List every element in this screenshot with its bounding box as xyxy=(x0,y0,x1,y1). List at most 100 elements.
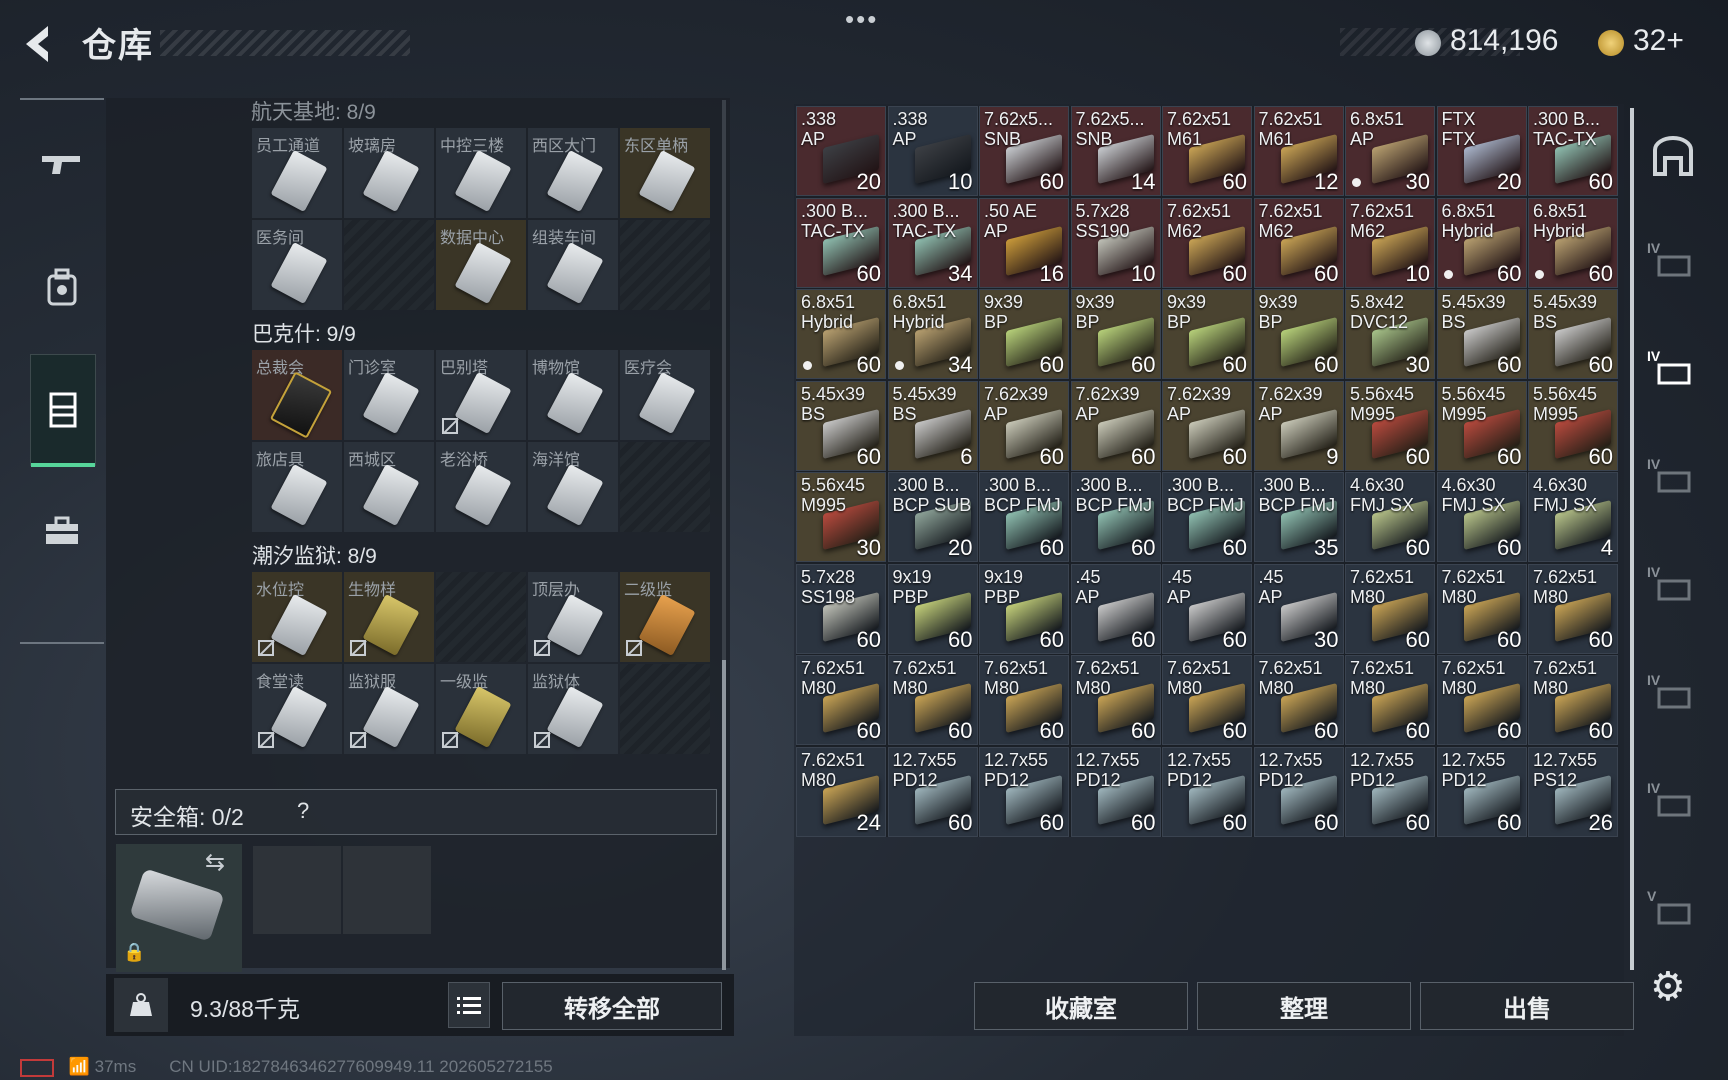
keycard-slot[interactable]: 坡璃房 xyxy=(344,128,434,218)
ammo-item[interactable]: 12.7x55 PD12 60 xyxy=(887,746,978,837)
keycard-slot[interactable] xyxy=(344,220,434,310)
safe-box-empty-slot[interactable] xyxy=(343,846,431,934)
keycard-slot[interactable] xyxy=(620,664,710,754)
inventory-scrollbar[interactable] xyxy=(1630,108,1634,970)
keycard-slot[interactable]: 水位控 xyxy=(252,572,342,662)
ammo-item[interactable]: 7.62x39 AP 60 xyxy=(979,380,1069,471)
list-view-button[interactable] xyxy=(448,982,490,1028)
sell-button[interactable]: 出售 xyxy=(1420,982,1634,1030)
ammo-item[interactable]: 5.56x45 M995 60 xyxy=(1436,380,1527,471)
keycard-slot[interactable]: 博物馆 xyxy=(528,350,618,440)
tier-filter-icon[interactable]: IV xyxy=(1645,236,1701,292)
ammo-item[interactable]: 5.56x45 M995 60 xyxy=(1528,380,1618,471)
ammo-item[interactable]: 7.62x51 M80 60 xyxy=(1345,563,1435,654)
ammo-item[interactable]: 4.6x30 FMJ SX 4 xyxy=(1528,472,1618,562)
ammo-item[interactable]: .338 AP 20 xyxy=(796,106,886,196)
keycard-slot[interactable] xyxy=(620,442,710,532)
ammo-item[interactable]: .300 B... BCP FMJ 35 xyxy=(1253,472,1344,562)
ammo-item[interactable]: 7.62x5... SNB 14 xyxy=(1070,106,1161,196)
ammo-item[interactable]: 9x39 BP 60 xyxy=(1162,289,1252,379)
ammo-item[interactable]: 5.45x39 BS 60 xyxy=(1436,289,1527,379)
ammo-item[interactable]: 6.8x51 Hybrid 60 xyxy=(796,289,886,379)
ammo-item[interactable]: 4.6x30 FMJ SX 60 xyxy=(1436,472,1527,562)
keycard-slot[interactable]: 门诊室 xyxy=(344,350,434,440)
ammo-item[interactable]: FTX FTX 20 xyxy=(1436,106,1527,196)
toolbox-tab[interactable] xyxy=(30,476,94,586)
gold-amount[interactable]: 32+ xyxy=(1633,24,1684,58)
ammo-item[interactable]: 4.6x30 FMJ SX 60 xyxy=(1345,472,1435,562)
ammo-item[interactable]: 12.7x55 PD12 60 xyxy=(1253,746,1344,837)
ammo-item[interactable]: 5.45x39 BS 6 xyxy=(887,380,978,471)
ammo-item[interactable]: 7.62x51 M80 60 xyxy=(979,655,1069,745)
ammo-item[interactable]: 12.7x55 PD12 60 xyxy=(1070,746,1161,837)
tier-filter-icon[interactable]: IV xyxy=(1645,560,1701,616)
ammo-item[interactable]: 7.62x51 M61 12 xyxy=(1253,106,1344,196)
ammo-item[interactable]: 7.62x51 M80 60 xyxy=(1162,655,1252,745)
weapons-tab[interactable] xyxy=(30,110,94,220)
ammo-item[interactable]: 12.7x55 PD12 60 xyxy=(1436,746,1527,837)
keycard-slot[interactable]: 海洋馆 xyxy=(528,442,618,532)
keycard-slot[interactable]: 一级监 xyxy=(436,664,526,754)
more-menu-icon[interactable]: ••• xyxy=(845,4,878,35)
ammo-item[interactable]: .300 B... BCP FMJ 60 xyxy=(1162,472,1252,562)
ammo-item[interactable]: 7.62x51 M80 60 xyxy=(1345,655,1435,745)
keycard-slot[interactable]: 员工通道 xyxy=(252,128,342,218)
ammo-item[interactable]: 9x39 BP 60 xyxy=(979,289,1069,379)
ammo-item[interactable]: .50 AE AP 16 xyxy=(979,197,1069,288)
ammo-item[interactable]: .338 AP 10 xyxy=(887,106,978,196)
ammo-item[interactable]: 5.56x45 M995 30 xyxy=(796,472,886,562)
keycard-slot[interactable]: 组装车间 xyxy=(528,220,618,310)
ammo-item[interactable]: 7.62x39 AP 9 xyxy=(1253,380,1344,471)
transfer-all-button[interactable]: 转移全部 xyxy=(502,982,722,1030)
sort-button[interactable]: 整理 xyxy=(1197,982,1411,1030)
ammo-item[interactable]: 7.62x51 M80 60 xyxy=(1253,655,1344,745)
ammo-item[interactable]: 6.8x51 Hybrid 60 xyxy=(1436,197,1527,288)
ammo-item[interactable]: 9x39 BP 60 xyxy=(1253,289,1344,379)
ammo-item[interactable]: .300 B... BCP FMJ 60 xyxy=(1070,472,1161,562)
storage-tab[interactable] xyxy=(30,354,96,467)
collection-room-button[interactable]: 收藏室 xyxy=(974,982,1188,1030)
ammo-item[interactable]: 7.62x51 M80 60 xyxy=(1436,563,1527,654)
tier-filter-icon[interactable]: IV xyxy=(1645,452,1701,508)
ammo-item[interactable]: 12.7x55 PD12 60 xyxy=(979,746,1069,837)
keycard-slot[interactable]: 总裁会 xyxy=(252,350,342,440)
ammo-item[interactable]: 7.62x51 M80 60 xyxy=(796,655,886,745)
keycard-slot[interactable]: 监狱体 xyxy=(528,664,618,754)
keycard-slot[interactable]: 医务间 xyxy=(252,220,342,310)
keycard-slot[interactable]: 顶层办 xyxy=(528,572,618,662)
ammo-item[interactable]: 7.62x51 M80 24 xyxy=(796,746,886,837)
ammo-item[interactable]: 5.7x28 SS190 10 xyxy=(1070,197,1161,288)
tier-filter-icon[interactable]: IV xyxy=(1645,776,1701,832)
keycard-slot[interactable]: 老浴桥 xyxy=(436,442,526,532)
keycard-slot[interactable]: 巴别塔 xyxy=(436,350,526,440)
storage-scrollbar-thumb[interactable] xyxy=(722,660,726,970)
keycard-slot[interactable]: 生物样 xyxy=(344,572,434,662)
keycard-slot[interactable] xyxy=(620,220,710,310)
ammo-item[interactable]: 9x19 PBP 60 xyxy=(979,563,1069,654)
ammo-item[interactable]: 7.62x39 AP 60 xyxy=(1070,380,1161,471)
keycard-slot[interactable]: 旅店具 xyxy=(252,442,342,532)
ammo-item[interactable]: .300 B... TAC-TX 34 xyxy=(887,197,978,288)
ammo-item[interactable]: 5.45x39 BS 60 xyxy=(1528,289,1618,379)
ammo-item[interactable]: .300 B... TAC-TX 60 xyxy=(1528,106,1618,196)
backpack-tab[interactable] xyxy=(30,232,94,342)
settings-gear-icon[interactable]: ⚙ xyxy=(1650,964,1686,1010)
keycard-slot[interactable]: 监狱服 xyxy=(344,664,434,754)
keycard-slot[interactable]: 西城区 xyxy=(344,442,434,532)
ammo-item[interactable]: .45 AP 60 xyxy=(1162,563,1252,654)
ammo-item[interactable]: 9x39 BP 60 xyxy=(1070,289,1161,379)
ammo-item[interactable]: .45 AP 30 xyxy=(1253,563,1344,654)
ammo-item[interactable]: 6.8x51 AP 30 xyxy=(1345,106,1435,196)
ammo-item[interactable]: 7.62x51 M80 60 xyxy=(1528,655,1618,745)
ammo-item[interactable]: 7.62x51 M80 60 xyxy=(1436,655,1527,745)
ammo-item[interactable]: 7.62x51 M80 60 xyxy=(1528,563,1618,654)
ammo-item[interactable]: 12.7x55 PD12 60 xyxy=(1345,746,1435,837)
ammo-item[interactable]: .300 B... TAC-TX 60 xyxy=(796,197,886,288)
ammo-item[interactable]: 5.7x28 SS198 60 xyxy=(796,563,886,654)
ammo-item[interactable]: 9x19 PBP 60 xyxy=(887,563,978,654)
ammo-item[interactable]: 6.8x51 Hybrid 60 xyxy=(1528,197,1618,288)
ammo-item[interactable]: .45 AP 60 xyxy=(1070,563,1161,654)
ammo-item[interactable]: 7.62x51 M80 60 xyxy=(1070,655,1161,745)
keycard-slot[interactable]: 医疗会 xyxy=(620,350,710,440)
ammo-item[interactable]: 7.62x51 M80 60 xyxy=(887,655,978,745)
